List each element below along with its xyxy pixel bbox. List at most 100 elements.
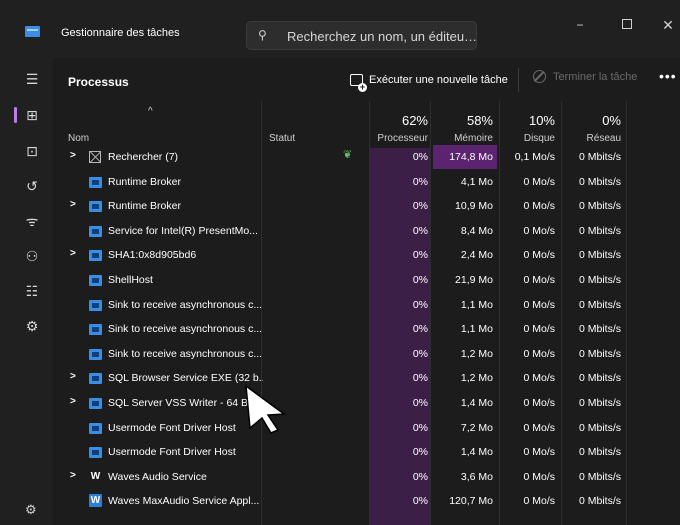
search-input-placeholder[interactable]: Recherchez un nom, un éditeu… (287, 29, 477, 44)
disk-value: 0 Mo/s (523, 298, 555, 311)
end-task-button[interactable]: Terminer la tâche (533, 70, 637, 83)
disk-value: 0 Mo/s (523, 397, 555, 409)
search-box[interactable]: ⚲ Recherchez un nom, un éditeu… (246, 21, 477, 50)
network-value: 0 Mbits/s (578, 397, 621, 409)
cpu-value: 0% (412, 175, 428, 188)
process-icon (89, 373, 102, 385)
toolbar: Processus Exécuter une nouvelle tâche Te… (53, 58, 680, 101)
sort-chevron-icon[interactable]: ^ (148, 106, 153, 117)
toolbar-divider (518, 68, 519, 92)
column-header-status[interactable]: Statut (269, 133, 295, 144)
network-value: 0 Mbits/s (578, 274, 621, 286)
table-row[interactable]: Sink to receive asynchronous c... 0% 1,1 M… (53, 317, 680, 341)
disk-value: 0 Mo/s (523, 446, 555, 459)
processes-panel: Processus Exécuter une nouvelle tâche Te… (53, 58, 680, 525)
network-value: 0 Mbits/s (578, 298, 621, 311)
disk-value: 0 Mo/s (523, 175, 555, 188)
network-value: 0 Mbits/s (578, 323, 621, 336)
table-row[interactable]: Runtime Broker 0% 4,1 Mo 0 Mo/s 0 Mbits/s (53, 170, 680, 194)
disk-value: 0 Mo/s (523, 249, 555, 262)
network-value: 0 Mbits/s (578, 347, 621, 360)
process-name: Usermode Font Driver Host (108, 421, 236, 434)
expand-chevron-icon[interactable]: > (70, 396, 76, 407)
memory-value: 8,4 Mo (460, 224, 493, 237)
network-value: 0 Mbits/s (578, 224, 621, 237)
table-row[interactable]: Usermode Font Driver Host 0% 1,4 Mo 0 Mo/s 0… (53, 440, 680, 464)
expand-chevron-icon[interactable]: > (70, 150, 76, 161)
more-options-button[interactable]: ••• (659, 68, 677, 84)
network-value: 0 Mbits/s (578, 200, 621, 213)
process-name: ShellHost (108, 274, 153, 286)
startup-apps-icon[interactable]: ᯤ (22, 211, 42, 231)
waves-icon: W (89, 494, 102, 508)
disk-value: 0 Mo/s (523, 323, 555, 336)
process-icon (89, 225, 102, 237)
expand-chevron-icon[interactable]: > (70, 199, 76, 210)
table-row[interactable]: > SQL Browser Service EXE (32 b... 0% 1,2 M… (53, 366, 680, 390)
table-row[interactable]: ShellHost 0% 21,9 Mo 0 Mo/s 0 Mbits/s (53, 268, 680, 292)
process-name: Usermode Font Driver Host (108, 446, 236, 459)
table-row[interactable]: Sink to receive asynchronous c... 0% 1,2 M… (53, 342, 680, 366)
process-icon (89, 250, 102, 262)
sidebar: ☰ ⊞ ⊡ ↺ ᯤ ⚇ ☷ ⚙ (0, 58, 53, 525)
disk-usage-percent[interactable]: 10% (498, 113, 555, 128)
table-row[interactable]: > SQL Server VSS Writer - 64 Bit 0% 1,4 Mo 0… (53, 391, 680, 415)
process-name: Rechercher (7) (108, 151, 179, 163)
table-row[interactable]: Service for Intel(R) PresentMo... 0% 8,4 M… (53, 219, 680, 243)
app-history-icon[interactable]: ↺ (22, 176, 42, 196)
process-icon (89, 201, 102, 213)
table-row[interactable]: W Waves MaxAudio Service Appl... 0% 120,7 M… (53, 489, 680, 513)
memory-value: 3,6 Mo (460, 470, 493, 483)
users-icon[interactable]: ⚇ (22, 246, 42, 266)
table-row[interactable]: > W Waves Audio Service 0% 3,6 Mo 0 Mo/s 0 Mbi… (53, 465, 680, 489)
cpu-value: 0% (412, 249, 428, 262)
column-header-network[interactable]: Réseau (558, 133, 621, 144)
table-row[interactable]: > Runtime Broker 0% 10,9 Mo 0 Mo/s 0 Mbits/s (53, 194, 680, 218)
services-icon[interactable]: ⚙ (22, 316, 42, 336)
cpu-value: 0% (412, 421, 428, 434)
title-bar: Gestionnaire des tâches ⚲ Recherchez un … (0, 0, 680, 58)
page-title: Processus (68, 75, 129, 89)
minimize-button[interactable]: − (560, 14, 600, 36)
process-name: Waves MaxAudio Service Appl... (108, 495, 260, 508)
network-usage-percent[interactable]: 0% (558, 113, 621, 128)
memory-usage-percent[interactable]: 58% (431, 113, 493, 128)
memory-value: 174,8 Mo (449, 151, 493, 163)
cpu-value: 0% (412, 372, 428, 385)
process-name: Sink to receive asynchronous c... (108, 347, 263, 360)
process-icon (89, 348, 102, 360)
details-icon[interactable]: ☷ (22, 281, 42, 301)
column-header-memory[interactable]: Mémoire (431, 133, 493, 144)
column-header-disk[interactable]: Disque (498, 133, 555, 144)
process-icon (89, 275, 102, 286)
process-name: Service for Intel(R) PresentMo... (108, 224, 258, 237)
process-icon (89, 176, 102, 188)
search-process-icon (89, 151, 101, 163)
expand-chevron-icon[interactable]: > (70, 371, 76, 382)
performance-icon[interactable]: ⊡ (22, 141, 42, 161)
table-row[interactable]: Usermode Font Driver Host 0% 7,2 Mo 0 Mo/s 0… (53, 416, 680, 440)
process-icon (89, 447, 102, 459)
network-value: 0 Mbits/s (578, 151, 621, 163)
cpu-usage-percent[interactable]: 62% (369, 113, 428, 128)
memory-value: 21,9 Mo (455, 274, 493, 286)
hamburger-menu-icon[interactable]: ☰ (22, 69, 42, 89)
waves-icon: W (90, 470, 101, 482)
run-new-task-button[interactable]: Exécuter une nouvelle tâche (350, 70, 508, 92)
expand-chevron-icon[interactable]: > (70, 470, 76, 481)
memory-value: 1,1 Mo (460, 298, 493, 311)
search-icon: ⚲ (258, 28, 267, 42)
processes-icon[interactable]: ⊞ (22, 105, 42, 125)
table-row[interactable]: > SHA1:0x8d905bd6 0% 2,4 Mo 0 Mo/s 0 Mbits/s (53, 243, 680, 267)
process-name: Waves Audio Service (108, 470, 207, 483)
process-icon (89, 398, 102, 409)
close-button[interactable]: ✕ (648, 14, 680, 36)
expand-chevron-icon[interactable]: > (70, 248, 76, 259)
table-row[interactable]: Sink to receive asynchronous c... 0% 1,1 M… (53, 293, 680, 317)
column-header-name[interactable]: Nom (68, 133, 89, 144)
column-header-cpu[interactable]: Processeur (369, 133, 428, 144)
cpu-value: 0% (412, 224, 428, 237)
settings-gear-icon[interactable]: ⚙ (25, 502, 37, 518)
table-row[interactable]: > Rechercher (7) ❦ 0% 174,8 Mo 0,1 Mo/s 0 Mbit… (53, 145, 680, 169)
maximize-button[interactable] (607, 14, 647, 36)
